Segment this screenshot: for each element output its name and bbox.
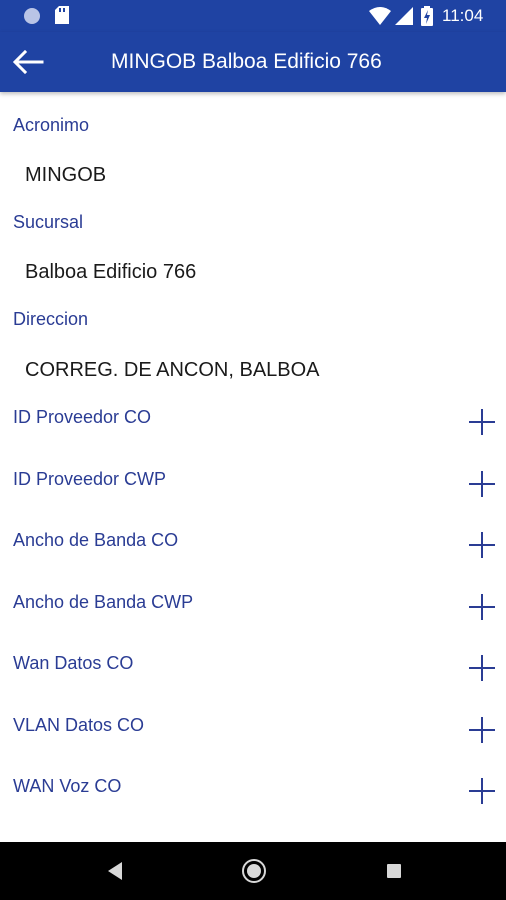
row-label: ID Proveedor CWP	[13, 469, 167, 489]
acronimo-value: MINGOB	[25, 164, 107, 186]
row-label: Ancho de Banda CWP	[13, 592, 194, 612]
row-label: WAN Voz CO	[13, 776, 122, 796]
status-bar: 11:04	[0, 0, 506, 32]
signal-icon	[395, 7, 413, 25]
plus-icon[interactable]	[469, 717, 495, 743]
row-wan-datos-co[interactable]: Wan Datos CO	[0, 652, 506, 713]
direccion-value: CORREG. DE ANCON, BALBOA	[25, 359, 320, 381]
battery-charging-icon	[421, 6, 433, 26]
app-bar: MINGOB Balboa Edificio 766	[0, 32, 506, 92]
detail-content[interactable]: Acronimo MINGOB Sucursal Balboa Edificio…	[0, 92, 506, 842]
notification-dot-icon	[24, 8, 40, 24]
plus-icon[interactable]	[469, 594, 495, 620]
row-id-proveedor-co[interactable]: ID Proveedor CO	[0, 406, 506, 467]
back-button[interactable]	[6, 42, 50, 82]
plus-icon[interactable]	[469, 655, 495, 681]
plus-icon[interactable]	[469, 778, 495, 804]
row-id-proveedor-cwp[interactable]: ID Proveedor CWP	[0, 468, 506, 529]
page-title: MINGOB Balboa Edificio 766	[111, 50, 382, 73]
arrow-left-icon	[12, 50, 44, 74]
sucursal-value: Balboa Edificio 766	[25, 261, 197, 283]
sd-card-icon	[55, 6, 69, 24]
row-wan-voz-co[interactable]: WAN Voz CO	[0, 775, 506, 836]
row-ancho-de-banda-cwp[interactable]: Ancho de Banda CWP	[0, 591, 506, 652]
row-ancho-de-banda-co[interactable]: Ancho de Banda CO	[0, 529, 506, 590]
plus-icon[interactable]	[469, 409, 495, 435]
status-time: 11:04	[442, 6, 484, 25]
back-triangle-icon[interactable]	[104, 856, 124, 886]
acronimo-label: Acronimo	[13, 115, 90, 135]
row-label: Ancho de Banda CO	[13, 530, 179, 550]
row-label: VLAN Datos CO	[13, 715, 145, 735]
home-circle-icon[interactable]	[241, 856, 267, 886]
system-nav-bar	[0, 842, 506, 900]
recents-square-icon[interactable]	[384, 856, 404, 886]
plus-icon[interactable]	[469, 471, 495, 497]
direccion-label: Direccion	[13, 309, 89, 329]
row-vlan-datos-co[interactable]: VLAN Datos CO	[0, 714, 506, 775]
wifi-icon	[369, 7, 391, 25]
plus-icon[interactable]	[469, 532, 495, 558]
row-label: Wan Datos CO	[13, 653, 134, 673]
sucursal-label: Sucursal	[13, 212, 84, 232]
row-label: ID Proveedor CO	[13, 407, 152, 427]
